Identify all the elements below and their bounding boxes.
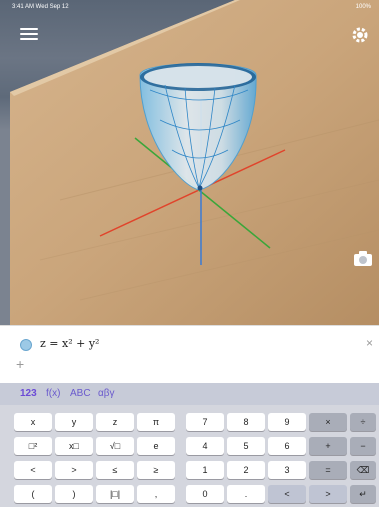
status-time: 3:41 AM Wed Sep 12 — [12, 4, 69, 10]
enter-icon[interactable]: ↵ — [350, 485, 376, 503]
key-less-than[interactable]: < — [14, 461, 52, 479]
key-power[interactable]: x□ — [55, 437, 93, 455]
key-decimal[interactable]: . — [227, 485, 265, 503]
backspace-icon[interactable]: ⌫ — [350, 461, 376, 479]
key-divide[interactable]: ÷ — [350, 413, 376, 431]
status-battery: 100% — [355, 4, 371, 10]
key-left-arrow[interactable]: < — [268, 485, 306, 503]
key-2[interactable]: 2 — [227, 461, 265, 479]
key-6[interactable]: 6 — [268, 437, 306, 455]
equation-text[interactable]: z = x² + y² — [40, 337, 99, 350]
math-keyboard: x y z π 7 8 9 × ÷ □² x□ √□ e 4 5 6 + − <… — [0, 405, 379, 507]
key-0[interactable]: 0 — [186, 485, 224, 503]
settings-button[interactable] — [351, 26, 369, 44]
gear-icon — [352, 27, 368, 43]
key-sqrt[interactable]: √□ — [96, 437, 134, 455]
tab-letters[interactable]: ABC — [70, 388, 91, 399]
delete-button[interactable]: × — [366, 336, 373, 350]
key-e[interactable]: e — [137, 437, 175, 455]
status-bar: 3:41 AM Wed Sep 12 100% — [0, 0, 379, 14]
keyboard-tabs: 123 f(x) ABC αβγ — [0, 383, 379, 405]
key-multiply[interactable]: × — [309, 413, 347, 431]
menu-button[interactable] — [20, 28, 38, 42]
key-y[interactable]: y — [55, 413, 93, 431]
key-equals[interactable]: = — [309, 461, 347, 479]
key-right-arrow[interactable]: > — [309, 485, 347, 503]
key-comma[interactable]: , — [137, 485, 175, 503]
key-greater-equal[interactable]: ≥ — [137, 461, 175, 479]
tab-greek[interactable]: αβγ — [98, 388, 115, 399]
camera-icon — [354, 251, 372, 266]
tab-functions[interactable]: f(x) — [46, 388, 60, 399]
key-x[interactable]: x — [14, 413, 52, 431]
key-7[interactable]: 7 — [186, 413, 224, 431]
ar-scene — [10, 0, 379, 325]
key-greater-than[interactable]: > — [55, 461, 93, 479]
camera-button[interactable] — [353, 250, 373, 268]
key-9[interactable]: 9 — [268, 413, 306, 431]
key-abs[interactable]: |□| — [96, 485, 134, 503]
key-pi[interactable]: π — [137, 413, 175, 431]
key-1[interactable]: 1 — [186, 461, 224, 479]
key-minus[interactable]: − — [350, 437, 376, 455]
key-squared[interactable]: □² — [14, 437, 52, 455]
algebra-row[interactable]: z = x² + y² × — [0, 334, 379, 356]
origin-point — [197, 185, 203, 191]
add-input-button[interactable]: + — [16, 356, 24, 372]
key-4[interactable]: 4 — [186, 437, 224, 455]
hamburger-menu-icon — [20, 28, 38, 30]
key-less-equal[interactable]: ≤ — [96, 461, 134, 479]
visibility-toggle[interactable] — [20, 339, 32, 351]
ar-camera-view[interactable] — [0, 0, 379, 325]
key-open-paren[interactable]: ( — [14, 485, 52, 503]
key-z[interactable]: z — [96, 413, 134, 431]
algebra-view: z = x² + y² × + — [0, 325, 379, 384]
tab-numbers[interactable]: 123 — [20, 388, 37, 399]
key-5[interactable]: 5 — [227, 437, 265, 455]
key-3[interactable]: 3 — [268, 461, 306, 479]
key-plus[interactable]: + — [309, 437, 347, 455]
key-close-paren[interactable]: ) — [55, 485, 93, 503]
key-8[interactable]: 8 — [227, 413, 265, 431]
